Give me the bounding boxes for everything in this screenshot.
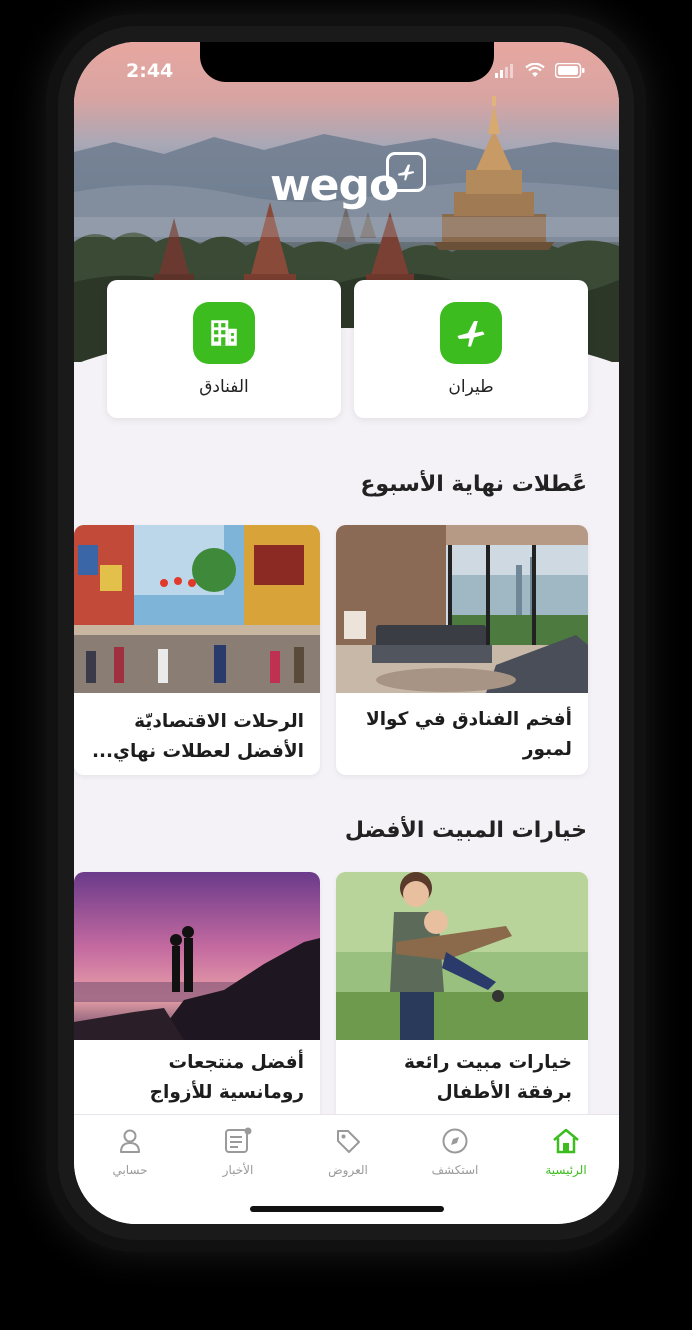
article-card[interactable]: أفضل منتجعات رومانسية للأزواج (74, 872, 320, 1122)
tab-home-label: الرئيسية (545, 1163, 587, 1177)
article-card-title: خيارات مبيت رائعة برفقة الأطفال (403, 1052, 572, 1103)
flights-tile[interactable]: طيران (354, 280, 588, 418)
article-card[interactable]: خيارات مبيت رائعة برفقة الأطفال (336, 872, 588, 1122)
tab-deals-label: العروض (328, 1163, 368, 1177)
hotel-building-icon (193, 302, 255, 364)
tag-icon (337, 1130, 360, 1153)
tab-explore-label: استكشف (431, 1163, 479, 1177)
couple-sunset-image (74, 872, 320, 1040)
compass-icon (442, 1128, 468, 1154)
article-card[interactable]: الرحلات الاقتصاديّة الأفضل لعطلات نهاي..… (74, 525, 320, 775)
article-card[interactable]: أفخم الفنادق في كوالا لمبور (336, 525, 588, 775)
hotels-tile[interactable]: الفنادق (107, 280, 341, 418)
wifi-icon (525, 63, 545, 77)
hotel-room-image (336, 525, 588, 693)
tab-news[interactable]: الأخبار (198, 1127, 278, 1177)
device-notch (200, 42, 494, 82)
user-icon (120, 1129, 140, 1153)
logo-plane-badge-icon (386, 152, 426, 192)
article-card-title: أفخم الفنادق في كوالا لمبور (365, 709, 572, 760)
airplane-icon (440, 302, 502, 364)
tab-home[interactable]: الرئيسية (526, 1127, 606, 1177)
tab-account-label: حسابي (112, 1163, 148, 1177)
section-title-weekend: عًطلات نهاية الأسبوع (360, 472, 587, 497)
tab-news-label: الأخبار (222, 1163, 254, 1177)
article-card-title: أفضل منتجعات رومانسية للأزواج (149, 1052, 304, 1103)
news-icon (225, 1127, 252, 1153)
status-icons (495, 63, 585, 78)
street-market-image (74, 525, 320, 693)
tab-account[interactable]: حسابي (90, 1127, 170, 1177)
mother-child-image (336, 872, 588, 1040)
home-indicator (250, 1206, 444, 1212)
flights-tile-label: طيران (448, 377, 494, 397)
app-screen: 2:44 wego طيران الفنادق عًطلات نهاية الأ… (74, 42, 619, 1224)
home-icon (553, 1128, 579, 1154)
article-card-title: الرحلات الاقتصاديّة الأفضل لعطلات نهاي..… (91, 711, 304, 762)
tab-deals[interactable]: العروض (308, 1127, 388, 1177)
tab-explore[interactable]: استكشف (415, 1127, 495, 1177)
battery-icon (555, 63, 585, 78)
status-time: 2:44 (126, 60, 174, 82)
wego-logo: wego (270, 160, 399, 211)
cellular-signal-icon (495, 63, 513, 78)
hotels-tile-label: الفنادق (199, 377, 249, 397)
section-title-stays: خيارات المبيت الأفضل (344, 818, 587, 843)
